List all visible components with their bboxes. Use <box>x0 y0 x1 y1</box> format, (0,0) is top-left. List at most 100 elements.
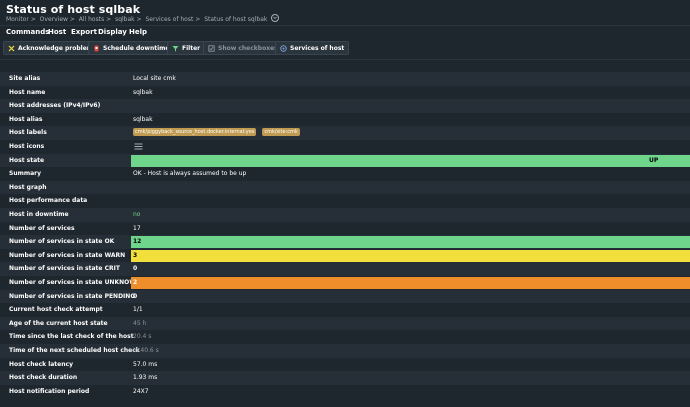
menu-bar: Commands Host Export Display Help <box>0 25 690 38</box>
services-warn-cell[interactable]: 3 <box>131 249 690 262</box>
acknowledge-button[interactable]: Acknowledge problems <box>3 41 102 55</box>
row-notification-period: Host notification period 24X7 <box>0 384 690 399</box>
services-of-host-label: Services of host <box>290 44 345 52</box>
row-label: Host addresses (IPv4/IPv6) <box>9 102 101 110</box>
breadcrumb-item-monitor[interactable]: Monitor > <box>6 16 36 23</box>
row-host-name: Host name sqlbak <box>0 85 690 100</box>
row-check-duration: Host check duration 1.93 ms <box>0 371 690 385</box>
menu-icon[interactable] <box>134 143 143 152</box>
row-summary: Summary OK - Host is always assumed to b… <box>0 167 690 181</box>
acknowledge-label: Acknowledge problems <box>18 44 97 52</box>
row-label: Host name <box>9 88 46 96</box>
row-services-crit: Number of services in state CRIT 0 <box>0 262 690 276</box>
row-host-icons: Host icons <box>0 140 690 154</box>
schedule-downtimes-label: Schedule downtimes <box>103 44 174 52</box>
row-host-state: Host state UP <box>0 153 690 168</box>
row-site-alias: Site alias Local site cmk <box>0 72 690 86</box>
row-host-labels: Host labels cmk/piggyback_source_host.do… <box>0 126 690 140</box>
breadcrumb-expand-icon[interactable] <box>271 14 280 22</box>
row-label: Age of the current host state <box>9 319 108 327</box>
services-ok-cell[interactable]: 12 <box>131 236 690 249</box>
row-label: Host notification period <box>9 387 90 395</box>
breadcrumb-item-host[interactable]: sqlbak > <box>115 16 142 23</box>
row-value: 45 h <box>133 319 147 327</box>
services-icon <box>280 44 287 52</box>
row-label: Number of services <box>9 224 75 232</box>
row-label: Host graph <box>9 183 47 191</box>
services-crit-count[interactable]: 0 <box>133 265 137 272</box>
row-value: OK - Host is always assumed to be up <box>133 170 247 178</box>
row-value: sqlbak <box>133 115 153 123</box>
row-check-attempt: Current host check attempt 1/1 <box>0 303 690 317</box>
row-host-addresses: Host addresses (IPv4/IPv6) <box>0 99 690 113</box>
schedule-downtimes-button[interactable]: Schedule downtimes <box>88 41 179 55</box>
row-label: Host check latency <box>9 360 73 368</box>
menu-export[interactable]: Export <box>71 28 97 36</box>
row-value: 20.4 s <box>133 333 152 341</box>
row-value[interactable]: sqlbak <box>133 89 153 96</box>
row-label: Site alias <box>9 75 41 82</box>
row-label: Time of the next scheduled host check <box>9 347 140 354</box>
filter-button[interactable]: Filter <box>167 41 206 55</box>
row-label: Host performance data <box>9 197 88 205</box>
breadcrumb: Monitor > Overview > All hosts > sqlbak … <box>6 14 281 23</box>
breadcrumb-item-overview[interactable]: Overview > <box>40 16 75 23</box>
row-value: 1.93 ms <box>133 374 158 382</box>
row-value: 1/1 <box>133 306 143 314</box>
row-label: Time since the last check of the host <box>9 333 134 341</box>
acknowledge-icon <box>8 45 15 52</box>
row-services-unknown: Number of services in state UNKNOWN 2 <box>0 276 690 290</box>
breadcrumb-item-services[interactable]: Services of host > <box>145 16 200 23</box>
show-checkboxes-button[interactable]: Show checkboxes <box>203 41 283 55</box>
services-pending-count[interactable]: 0 <box>133 293 137 300</box>
row-label: Number of services in state OK <box>9 238 115 246</box>
row-label: Host labels <box>9 129 47 137</box>
breadcrumb-item-all-hosts[interactable]: All hosts > <box>79 16 111 23</box>
filter-icon <box>172 45 179 52</box>
row-value: in 40.6 s <box>133 347 159 354</box>
host-label-tag[interactable]: cmk/site:cmk <box>262 128 300 137</box>
row-label: Number of services in state PENDING <box>9 292 136 300</box>
menu-host[interactable]: Host <box>48 28 66 36</box>
host-state-value: UP <box>649 156 659 164</box>
toolbar: Acknowledge problems Schedule downtimes … <box>0 38 690 60</box>
row-label: Summary <box>9 170 42 178</box>
row-label: Host icons <box>9 143 45 150</box>
row-value: no <box>133 211 141 218</box>
row-label: Number of services in state WARN <box>9 251 126 259</box>
menu-commands[interactable]: Commands <box>6 28 49 36</box>
downtime-icon <box>93 45 100 52</box>
row-label: Number of services in state CRIT <box>9 265 120 273</box>
services-unknown-cell[interactable]: 2 <box>131 277 690 289</box>
services-ok-count: 12 <box>133 238 142 246</box>
row-host-alias: Host alias sqlbak <box>0 112 690 127</box>
row-value: Local site cmk <box>133 75 176 82</box>
row-since-last-check: Time since the last check of the host 20… <box>0 330 690 344</box>
row-next-check: Time of the next scheduled host check in… <box>0 344 690 358</box>
row-value: 24X7 <box>133 387 149 395</box>
row-label: Current host check attempt <box>9 306 103 314</box>
host-label-tag[interactable]: cmk/piggyback_source_host.docker.interna… <box>133 128 257 137</box>
host-labels-container: cmk/piggyback_source_host.docker.interna… <box>133 128 304 137</box>
row-label: Number of services in state UNKNOWN <box>9 279 141 286</box>
row-host-perf-data: Host performance data <box>0 194 690 208</box>
host-state-cell: UP <box>131 154 690 167</box>
row-number-of-services: Number of services 17 <box>0 221 690 236</box>
row-age-state: Age of the current host state 45 h <box>0 316 690 331</box>
row-services-pending: Number of services in state PENDING 0 <box>0 289 690 304</box>
row-label: Host alias <box>9 115 43 123</box>
menu-display[interactable]: Display <box>98 28 127 36</box>
filter-label: Filter <box>182 44 201 52</box>
row-label: Host in downtime <box>9 211 69 218</box>
row-value[interactable]: 17 <box>133 225 141 232</box>
services-of-host-button[interactable]: Services of host <box>275 41 350 55</box>
services-unknown-count: 2 <box>133 279 138 286</box>
row-host-graph: Host graph <box>0 180 690 195</box>
row-host-in-downtime: Host in downtime no <box>0 208 690 222</box>
row-value: 57.0 ms <box>133 360 158 368</box>
menu-help[interactable]: Help <box>129 28 147 36</box>
services-warn-count: 3 <box>133 251 138 259</box>
row-check-latency: Host check latency 57.0 ms <box>0 357 690 372</box>
checkbox-icon <box>208 44 215 52</box>
row-services-ok: Number of services in state OK 12 <box>0 235 690 249</box>
